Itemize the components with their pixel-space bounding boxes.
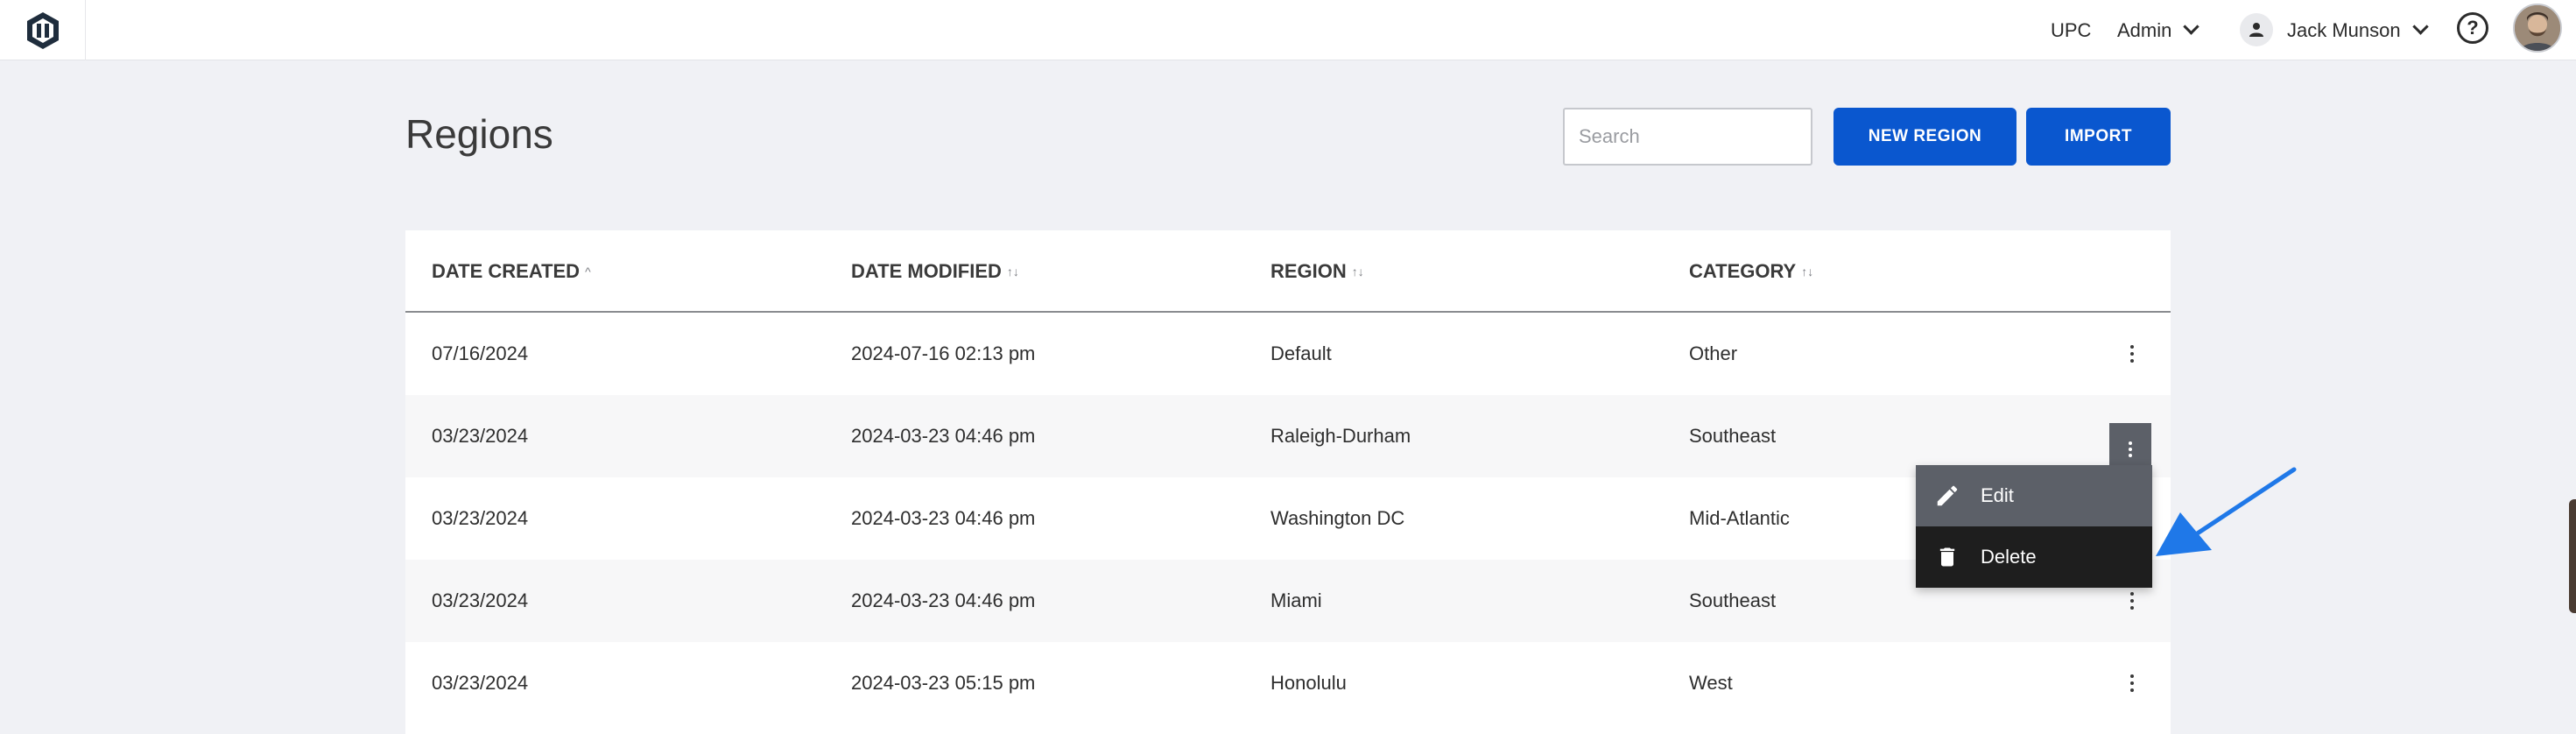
cell-date-created: 03/23/2024 — [432, 589, 529, 611]
new-region-button[interactable]: NEW REGION — [1833, 108, 2016, 166]
user-menu[interactable]: Jack Munson — [2287, 0, 2429, 60]
menu-item-label: Delete — [1981, 546, 2037, 568]
column-header-date-modified[interactable]: DATE MODIFIED ↑↓ — [851, 230, 1019, 313]
org-switcher[interactable]: UPC — [2051, 0, 2091, 60]
column-header-category[interactable]: CATEGORY ↑↓ — [1689, 230, 1813, 313]
cell-date-created: 03/23/2024 — [432, 672, 529, 694]
table-row[interactable]: 07/16/2024 2024-07-16 02:13 pm Default O… — [405, 313, 2171, 395]
more-actions-icon[interactable] — [2125, 592, 2139, 610]
person-icon — [2240, 13, 2273, 46]
cell-category: Southeast — [1689, 425, 1777, 447]
cell-region: Default — [1270, 342, 1332, 364]
top-bar: UPC Admin Jack Munson ? — [0, 0, 2576, 60]
page-title: Regions — [405, 111, 553, 157]
cell-date-modified: 2024-03-23 04:46 pm — [851, 507, 1036, 529]
cell-date-created: 03/23/2024 — [432, 425, 529, 447]
app-logo[interactable] — [0, 0, 86, 60]
table-header: DATE CREATED ^ DATE MODIFIED ↑↓ REGION ↑… — [405, 230, 2171, 313]
cell-category: Mid-Atlantic — [1689, 507, 1790, 529]
more-actions-icon[interactable] — [2125, 345, 2139, 363]
regions-table: DATE CREATED ^ DATE MODIFIED ↑↓ REGION ↑… — [405, 230, 2171, 734]
row-actions-menu: Edit Delete — [1916, 465, 2152, 588]
user-name: Jack Munson — [2287, 18, 2401, 41]
sort-icon: ↑↓ — [1006, 265, 1019, 279]
annotation-arrow-icon — [2156, 467, 2297, 556]
menu-item-edit[interactable]: Edit — [1916, 465, 2152, 526]
search-input[interactable] — [1563, 108, 1812, 166]
chevron-down-icon — [2183, 18, 2200, 35]
menu-item-delete[interactable]: Delete — [1916, 526, 2152, 588]
cell-category: West — [1689, 672, 1733, 694]
cell-region: Raleigh-Durham — [1270, 425, 1411, 447]
table-row[interactable]: 03/23/2024 2024-03-23 04:46 pm Miami Sou… — [405, 560, 2171, 642]
sort-ascending-icon: ^ — [585, 265, 591, 279]
cell-date-modified: 2024-03-23 05:15 pm — [851, 672, 1036, 694]
column-header-region[interactable]: REGION ↑↓ — [1270, 230, 1364, 313]
chevron-down-icon — [2411, 18, 2429, 35]
table-row[interactable]: 03/23/2024 2024-03-23 04:46 pm Raleigh-D… — [405, 395, 2171, 477]
table-row[interactable]: 03/23/2024 2024-03-23 05:15 pm Honolulu … — [405, 642, 2171, 724]
org-label: UPC — [2051, 18, 2092, 41]
sort-icon: ↑↓ — [1351, 265, 1364, 279]
sort-icon: ↑↓ — [1801, 265, 1814, 279]
cell-date-created: 07/16/2024 — [432, 342, 529, 364]
role-dropdown[interactable]: Admin — [2117, 0, 2200, 60]
cell-date-modified: 2024-07-16 02:13 pm — [851, 342, 1036, 364]
cell-date-modified: 2024-03-23 04:46 pm — [851, 425, 1036, 447]
cell-date-modified: 2024-03-23 04:46 pm — [851, 589, 1036, 611]
more-actions-icon[interactable] — [2125, 674, 2139, 692]
cell-region: Washington DC — [1270, 507, 1405, 529]
table-row[interactable]: 03/23/2024 2024-03-23 04:46 pm Washingto… — [405, 477, 2171, 560]
help-circle-icon[interactable]: ? — [2457, 12, 2488, 44]
app-logo-icon — [26, 11, 59, 49]
menu-item-label: Edit — [1981, 484, 2014, 506]
role-label: Admin — [2117, 18, 2172, 41]
pencil-icon — [1932, 483, 1963, 509]
column-header-date-created[interactable]: DATE CREATED ^ — [432, 230, 591, 313]
edge-decoration — [2569, 499, 2576, 613]
user-avatar[interactable] — [2513, 4, 2562, 53]
import-button[interactable]: IMPORT — [2026, 108, 2171, 166]
cell-date-created: 03/23/2024 — [432, 507, 529, 529]
cell-category: Other — [1689, 342, 1738, 364]
cell-region: Honolulu — [1270, 672, 1347, 694]
cell-category: Southeast — [1689, 589, 1777, 611]
cell-region: Miami — [1270, 589, 1322, 611]
trash-icon — [1932, 544, 1963, 570]
